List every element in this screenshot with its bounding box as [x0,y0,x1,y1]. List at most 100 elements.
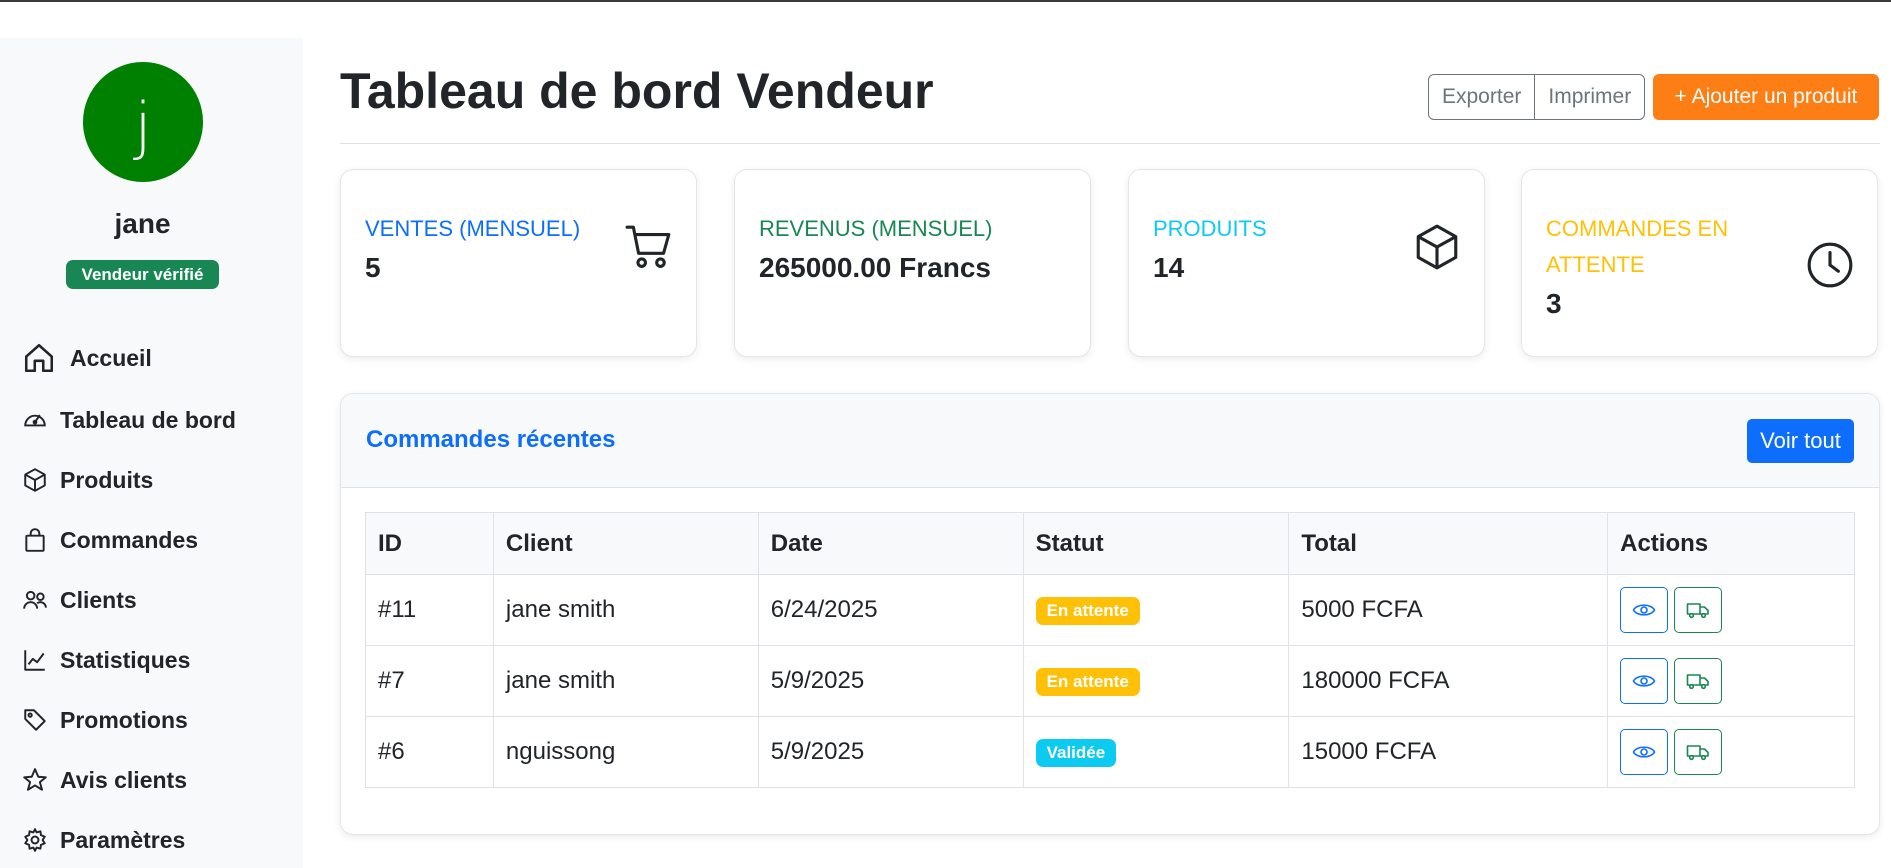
print-button[interactable]: Imprimer [1534,75,1644,119]
order-status-cell: En attente [1022,645,1290,717]
cart-icon [624,222,674,272]
sidebar-item-produits[interactable]: Produits [22,460,153,500]
order-total: 5000 FCFA [1288,574,1609,646]
order-total: 15000 FCFA [1288,716,1609,788]
view-order-button[interactable] [1620,658,1669,704]
order-date: 6/24/2025 [757,574,1024,646]
sidebar-item-parametres[interactable]: Paramètres [22,820,185,860]
column-header: Statut [1022,512,1290,575]
order-client: nguissong [492,716,759,788]
box-icon [22,467,48,493]
stat-label-line: COMMANDES EN [1546,216,1729,241]
truck-icon [1686,674,1709,690]
sidebar-item-label: Tableau de bord [60,406,236,433]
add-product-button[interactable]: + Ajouter un produit [1653,74,1879,120]
order-id: #7 [365,645,494,717]
table-row: #11 jane smith 6/24/2025 En attente 5000… [365,574,1855,646]
orders-table: ID Client Date Statut Total Actions #11 … [365,512,1855,788]
bag-icon [22,527,48,553]
stat-value: 14 [1153,252,1185,283]
ship-order-button[interactable] [1674,587,1723,633]
panel-header: Commandes récentes Voir tout [341,394,1879,488]
ship-order-button[interactable] [1674,658,1723,704]
stat-label: COMMANDES EN ATTENTE [1546,211,1728,283]
order-client: jane smith [492,574,759,646]
stat-value: 265000.00 Francs [759,252,991,283]
column-header: Client [492,512,759,575]
order-actions [1607,645,1855,717]
recent-orders-panel: Commandes récentes Voir tout ID Client D… [340,393,1880,835]
export-button[interactable]: Exporter [1429,75,1534,119]
tags-icon [22,707,48,733]
table-row: #7 jane smith 5/9/2025 En attente 180000… [365,645,1855,717]
view-all-button[interactable]: Voir tout [1747,419,1854,463]
sidebar-item-commandes[interactable]: Commandes [22,520,198,560]
sidebar-item-label: Paramètres [60,826,186,853]
view-order-button[interactable] [1620,729,1669,775]
order-id: #11 [365,574,494,646]
order-date: 5/9/2025 [757,645,1024,717]
eye-icon [1632,746,1656,758]
status-badge: En attente [1035,597,1140,625]
sidebar-item-label: Avis clients [60,766,187,793]
speedometer-icon [22,407,48,433]
eye-icon [1632,675,1656,687]
stat-value: 3 [1546,288,1562,319]
sidebar-item-avis-clients[interactable]: Avis clients [22,760,187,800]
order-actions [1607,574,1855,646]
sidebar-item-label: Commandes [60,526,199,553]
sidebar-item-clients[interactable]: Clients [22,580,137,620]
column-header: Date [757,512,1024,575]
order-date: 5/9/2025 [757,716,1024,788]
graph-icon [22,647,48,673]
truck-icon [1686,603,1709,619]
stat-card-products: PRODUITS 14 [1128,169,1485,357]
order-status-cell: Validée [1022,716,1290,788]
avatar-initial: j [134,88,152,162]
header-divider [340,143,1880,144]
verified-seller-badge: Vendeur vérifié [66,260,219,289]
status-badge: En attente [1035,668,1140,696]
sidebar-item-label: Clients [60,586,137,613]
order-id: #6 [365,716,494,788]
order-total: 180000 FCFA [1288,645,1609,717]
view-order-button[interactable] [1620,587,1669,633]
sidebar-item-label: Statistiques [60,646,191,673]
column-header: Total [1288,512,1609,575]
sidebar-item-accueil[interactable]: Accueil [22,338,152,378]
eye-icon [1632,604,1656,616]
sidebar-item-statistiques[interactable]: Statistiques [22,640,190,680]
truck-icon [1686,745,1709,761]
order-actions [1607,716,1855,788]
people-icon [22,587,48,613]
stat-label: PRODUITS [1153,216,1267,241]
box-icon [1412,222,1462,272]
sidebar-item-promotions[interactable]: Promotions [22,700,188,740]
stat-label-line: ATTENTE [1546,252,1645,277]
sidebar-item-label: Promotions [60,706,188,733]
status-badge: Validée [1035,739,1117,767]
order-client: jane smith [492,645,759,717]
stat-card-sales: VENTES (MENSUEL) 5 [340,169,697,357]
table-header-row: ID Client Date Statut Total Actions [365,512,1855,575]
order-status-cell: En attente [1022,574,1290,646]
avatar[interactable]: j [83,62,203,182]
stat-value: 5 [365,252,381,283]
clock-icon [1805,240,1855,290]
page-title: Tableau de bord Vendeur [340,63,934,119]
column-header: ID [365,512,494,575]
table-row: #6 nguissong 5/9/2025 Validée 15000 FCFA [365,716,1855,788]
home-icon [22,341,56,375]
star-icon [22,767,48,793]
column-header: Actions [1607,512,1855,575]
sidebar-item-tableau-de-bord[interactable]: Tableau de bord [22,400,236,440]
stat-card-pending-orders: COMMANDES EN ATTENTE 3 [1521,169,1878,357]
panel-title: Commandes récentes [366,426,616,453]
sidebar-item-label: Accueil [70,344,152,371]
ship-order-button[interactable] [1674,729,1723,775]
top-border [0,0,1891,2]
stat-label: REVENUS (MENSUEL) [759,216,993,241]
sidebar-item-label: Produits [60,466,154,493]
gear-icon [22,827,48,853]
stat-label: VENTES (MENSUEL) [365,216,581,241]
